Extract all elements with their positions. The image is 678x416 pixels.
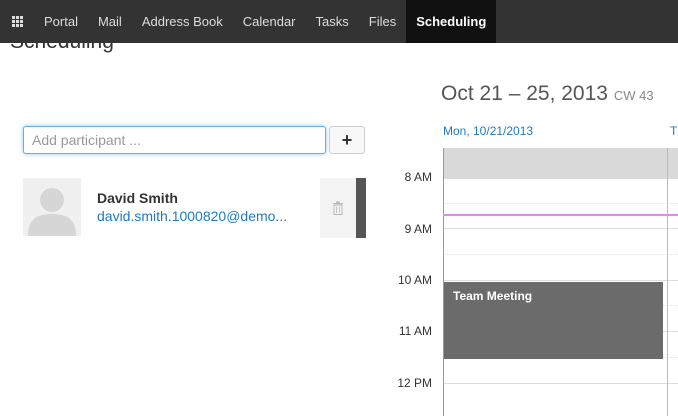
remove-participant-button[interactable] (320, 178, 356, 238)
appointment-team-meeting[interactable]: Team Meeting (444, 282, 663, 359)
add-participant-input[interactable] (23, 126, 326, 154)
appointment-title: Team Meeting (453, 289, 533, 303)
week-title: Oct 21 – 25, 2013 CW 43 (441, 82, 654, 106)
day-header-tuesday[interactable]: T (670, 124, 677, 138)
all-day-row (443, 148, 678, 178)
current-time-line (443, 214, 678, 216)
time-label: 8 AM (404, 170, 432, 184)
avatar (23, 178, 81, 236)
add-participant-button[interactable]: + (329, 126, 365, 154)
day-header-monday[interactable]: Mon, 10/21/2013 (443, 124, 533, 138)
time-label: 12 PM (397, 376, 432, 390)
half-hour-line (443, 203, 678, 204)
hour-line (443, 178, 678, 179)
nav-address-book[interactable]: Address Book (132, 0, 233, 43)
grid-icon (11, 16, 23, 27)
week-range: Oct 21 – 25, 2013 (441, 82, 608, 105)
participant-color-bar (356, 178, 366, 238)
trash-icon (333, 201, 343, 215)
nav-calendar[interactable]: Calendar (233, 0, 306, 43)
participant-item: David Smith david.smith.1000820@demo... (23, 178, 368, 238)
hour-line (443, 228, 678, 229)
nav-files[interactable]: Files (359, 0, 406, 43)
nav-scheduling[interactable]: Scheduling (406, 0, 497, 43)
participant-email[interactable]: david.smith.1000820@demo... (97, 208, 287, 224)
person-silhouette-icon (28, 188, 76, 236)
nav-tasks[interactable]: Tasks (306, 0, 359, 43)
participant-name: David Smith (97, 190, 178, 206)
hour-line (443, 383, 678, 384)
time-label: 9 AM (404, 222, 432, 236)
calendar-week-label: CW 43 (613, 88, 654, 103)
hour-line (443, 280, 678, 281)
day-column-border (667, 148, 668, 416)
time-label: 11 AM (398, 324, 432, 338)
time-label: 10 AM (397, 273, 432, 287)
page-title: Scheduling (10, 30, 114, 53)
half-hour-line (443, 254, 678, 255)
